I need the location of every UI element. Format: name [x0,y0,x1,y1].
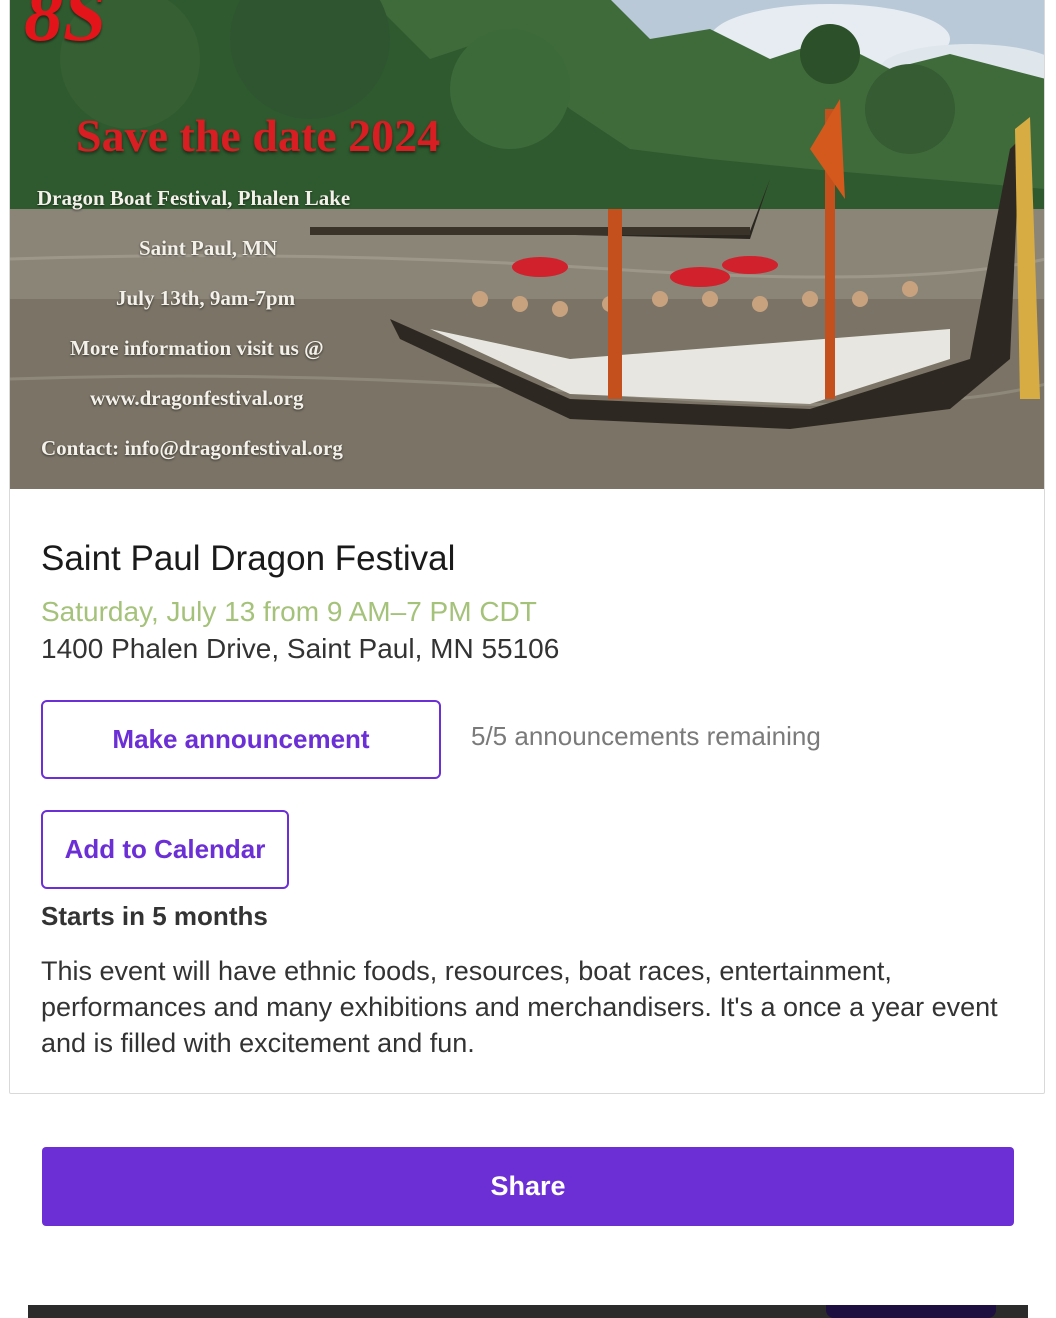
bottom-toolbar-button[interactable] [826,1305,996,1318]
event-date: Saturday, July 13 from 9 AM–7 PM CDT [41,596,537,627]
make-announcement-button[interactable]: Make announcement [41,700,441,779]
event-banner-image: 8S Save the date 2024 Dragon Boat Festiv… [10,0,1044,489]
banner-line: Contact: info@dragonfestival.org [41,436,343,460]
banner-line: July 13th, 9am-7pm [116,286,296,310]
event-page: 8S Save the date 2024 Dragon Boat Festiv… [0,0,1056,1318]
event-card: 8S Save the date 2024 Dragon Boat Festiv… [9,0,1045,1094]
banner-line: www.dragonfestival.org [90,386,304,410]
banner-headline: Save the date 2024 [76,110,441,161]
bottom-toolbar-edge [0,1305,28,1318]
banner-line: Saint Paul, MN [139,236,278,260]
announcements-remaining: 5/5 announcements remaining [471,721,821,751]
event-address: 1400 Phalen Drive, Saint Paul, MN 55106 [41,633,560,664]
bottom-toolbar-edge [1028,1305,1056,1318]
add-to-calendar-button[interactable]: Add to Calendar [41,810,289,889]
banner-line: Dragon Boat Festival, Phalen Lake [37,186,351,210]
share-button[interactable]: Share [42,1147,1014,1226]
banner-logo: 8S [24,0,107,57]
starts-in-label: Starts in 5 months [41,901,268,931]
event-title: Saint Paul Dragon Festival [41,539,456,578]
event-description: This event will have ethnic foods, resou… [41,956,998,1058]
banner-line: More information visit us @ [70,336,324,360]
